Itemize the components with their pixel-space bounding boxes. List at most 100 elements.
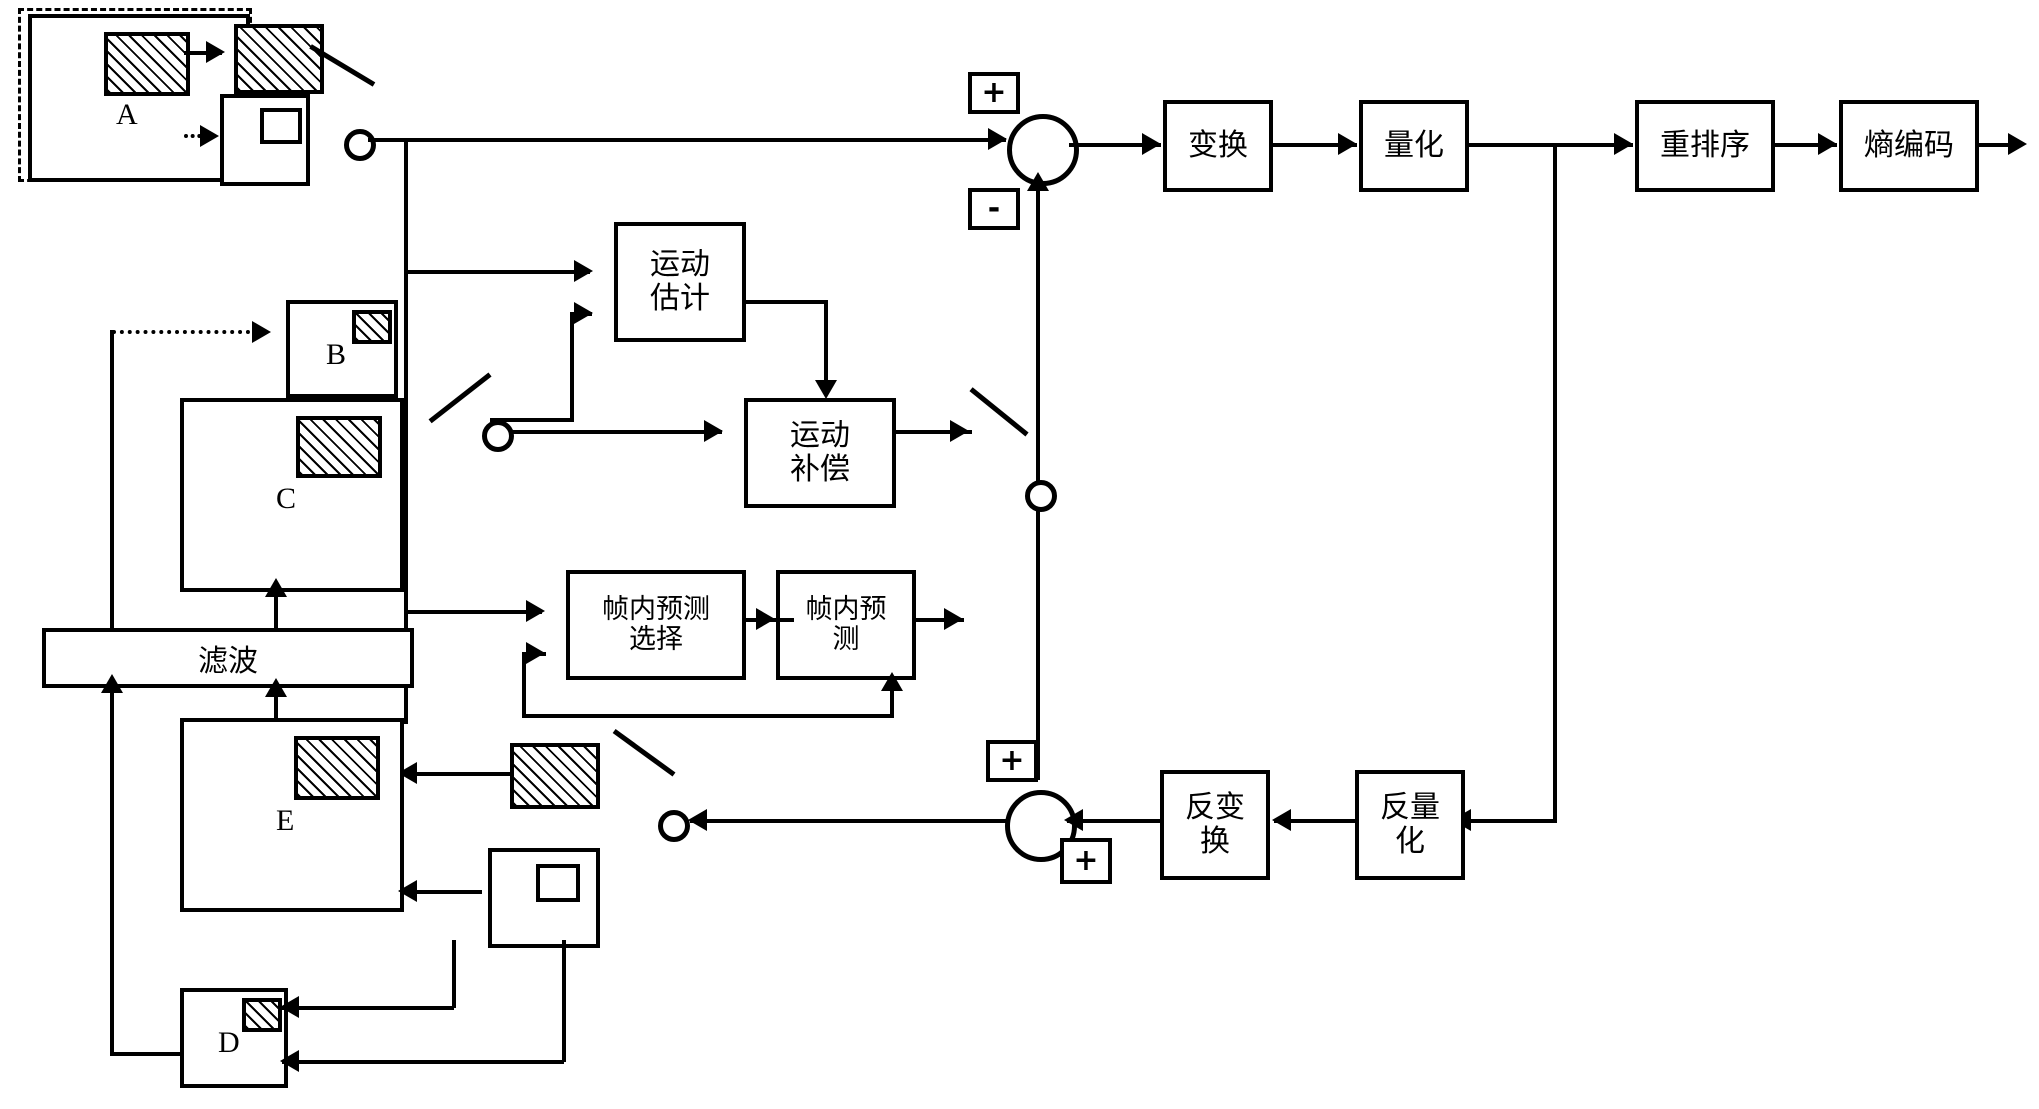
- arrow-left-loop-into-filter: [101, 674, 123, 693]
- arrow-to-frame-b: [252, 321, 271, 343]
- switch-reference-lever[interactable]: [428, 372, 492, 424]
- line-quantization-to-reorder: [1469, 143, 1633, 147]
- sign-minus-top: -: [968, 188, 1020, 230]
- frame-e-secondary-macroblock: [536, 864, 580, 902]
- block-quantization[interactable]: 量化: [1359, 100, 1469, 192]
- bus-top-input: [368, 138, 1006, 142]
- block-inverse-quantization-line1: 反量: [1380, 790, 1440, 826]
- frame-e-secondary: [488, 848, 600, 948]
- line-reference-to-motion-compensation: [490, 430, 722, 434]
- frame-e: E: [180, 718, 404, 912]
- arrow-prediction-into-sum-top: [1027, 172, 1049, 191]
- block-transform[interactable]: 变换: [1163, 100, 1273, 192]
- block-inverse-quantization-line2: 化: [1395, 824, 1425, 859]
- line-frame-d-to-left-bus: [110, 1050, 114, 1056]
- line-frame-d-bottom-return: [110, 1052, 184, 1056]
- sign-plus-bottom-lower: +: [1060, 838, 1112, 884]
- arrow-recon-into-intra-prediction: [881, 672, 903, 691]
- block-inverse-transform[interactable]: 反变 换: [1160, 770, 1270, 880]
- arrow-reference-to-motion-estimation: [574, 302, 593, 324]
- arrow-intra-prediction-output: [944, 608, 963, 630]
- line-filter-to-frame-c: [274, 592, 278, 628]
- frame-b: B: [286, 300, 398, 398]
- block-motion-compensation-line2: 补偿: [790, 452, 850, 487]
- switch-prediction-pivot[interactable]: [1025, 480, 1057, 512]
- frame-b-macroblock-hatched: [352, 310, 392, 344]
- frame-e-macroblock-hatched: [294, 736, 380, 800]
- block-inverse-transform-line1: 反变: [1185, 790, 1245, 826]
- line-frame-d-feed-vertical-a: [452, 940, 456, 1008]
- line-recon-riser-to-select: [522, 652, 526, 718]
- reconstructed-macroblock-hatched: [510, 743, 600, 809]
- arrow-inverse-quant-to-inverse-transform: [1272, 809, 1291, 831]
- frame-c-macroblock-hatched: [296, 416, 382, 478]
- arrow-into-frame-d-lower: [280, 1050, 299, 1072]
- sign-plus-top: +: [968, 72, 1020, 114]
- block-motion-estimation-line1: 运动: [650, 247, 710, 283]
- line-frame-d-feed-vertical-b: [562, 940, 566, 1062]
- frame-a-label: A: [116, 98, 138, 131]
- arrow-frame-a-to-macroblock: [206, 41, 225, 63]
- arrow-reorder-to-entropy: [1818, 133, 1837, 155]
- switch-recon-lever[interactable]: [612, 728, 676, 777]
- switch-top-pivot[interactable]: [344, 129, 376, 161]
- line-frame-e-to-filter: [274, 694, 278, 722]
- line-left-loop-riser: [110, 690, 114, 1054]
- arrow-secondary-to-frame-e: [398, 880, 417, 902]
- line-recon-mb-to-frame-e: [400, 772, 514, 776]
- block-intra-pred-select-line2: 选择: [629, 624, 683, 655]
- frame-c: C: [180, 398, 404, 592]
- frame-c-label: C: [276, 482, 297, 515]
- frame-d-macroblock-hatched: [242, 998, 282, 1032]
- arrow-mc-output: [950, 420, 969, 442]
- block-filter[interactable]: 滤波: [42, 628, 414, 688]
- block-reorder[interactable]: 重排序: [1635, 100, 1775, 192]
- block-intra-prediction[interactable]: 帧内预 测: [776, 570, 916, 680]
- switch-recon-pivot[interactable]: [658, 810, 690, 842]
- frame-b-label: B: [326, 338, 347, 371]
- block-motion-estimation[interactable]: 运动 估计: [614, 222, 746, 342]
- block-inverse-quantization[interactable]: 反量 化: [1355, 770, 1465, 880]
- arrow-sum-bottom-to-recon: [688, 809, 707, 831]
- line-recon-bus-to-select: [522, 714, 892, 718]
- block-intra-pred-line1: 帧内预: [805, 593, 887, 625]
- arrow-sum-to-transform: [1142, 133, 1161, 155]
- arrow-quantization-to-reorder: [1614, 133, 1633, 155]
- line-motion-vectors-down: [824, 300, 828, 386]
- line-input-to-intra-pred-select: [404, 610, 542, 614]
- arrow-select-to-intra-prediction: [756, 608, 775, 630]
- macroblock-plain: [260, 108, 302, 144]
- arrow-filter-to-frame-c: [265, 578, 287, 597]
- arrow-frame-e-to-filter: [265, 678, 287, 697]
- frame-e-label: E: [276, 804, 295, 837]
- line-to-frame-b-dashed: [112, 330, 258, 334]
- block-intra-pred-line2: 测: [832, 624, 860, 655]
- block-inverse-transform-line2: 换: [1200, 824, 1230, 859]
- frame-a: A: [28, 14, 250, 182]
- block-intra-pred-select-line1: 帧内预测: [602, 593, 710, 625]
- switch-prediction-lever[interactable]: [969, 387, 1029, 437]
- arrow-input-to-motion-estimation: [574, 260, 593, 282]
- block-motion-compensation[interactable]: 运动 补偿: [744, 398, 896, 508]
- line-into-frame-d-lower: [282, 1060, 564, 1064]
- block-entropy-coding[interactable]: 熵编码: [1839, 100, 1979, 192]
- line-input-to-motion-estimation: [404, 270, 590, 274]
- arrow-transform-to-quantization: [1338, 133, 1357, 155]
- arrow-into-sum-top: [988, 128, 1007, 150]
- block-intra-prediction-selection[interactable]: 帧内预测 选择: [566, 570, 746, 680]
- current-macroblock-hatched: [234, 24, 324, 94]
- arrow-frame-a-to-secondary: [200, 125, 219, 147]
- frame-a-secondary: [220, 94, 310, 186]
- arrow-reference-to-motion-compensation: [704, 420, 723, 442]
- arrow-into-frame-d-upper: [280, 996, 299, 1018]
- line-reference-riser-to-me: [570, 312, 574, 422]
- line-into-frame-d-upper: [282, 1006, 454, 1010]
- arrow-motion-vectors-into-mc: [815, 380, 837, 399]
- switch-reference-pivot[interactable]: [482, 420, 514, 452]
- frame-a-macroblock-hatched: [104, 32, 190, 96]
- arrow-recon-to-intra-pred-select: [526, 642, 545, 664]
- encoder-block-diagram: A + - 变换 量化 重排序 熵编码 运动 估计 运动 补偿 帧内预测 选择 …: [0, 0, 2039, 1109]
- arrow-input-to-intra-pred-select: [526, 600, 545, 622]
- line-motion-estimation-out: [746, 300, 828, 304]
- block-motion-compensation-line1: 运动: [790, 418, 850, 454]
